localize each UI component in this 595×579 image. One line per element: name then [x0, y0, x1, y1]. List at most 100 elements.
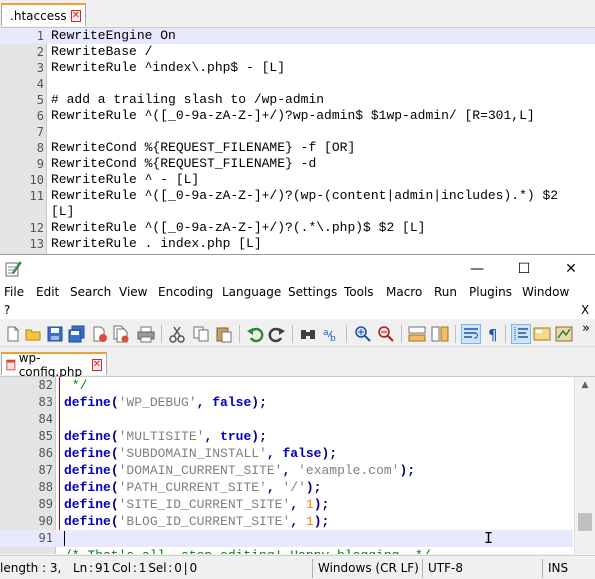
code-token: 1 — [305, 514, 314, 529]
document-map-icon[interactable] — [555, 325, 573, 343]
code-token: ( — [110, 514, 119, 529]
sync-horizontal-icon[interactable] — [431, 325, 449, 343]
menu-language[interactable]: Language — [222, 285, 281, 299]
code-line[interactable]: 90 define('BLOG_ID_CURRENT_SITE', 1); — [0, 513, 573, 530]
menu-macro[interactable]: Macro — [386, 285, 422, 299]
line-number: 3 — [36, 61, 44, 75]
code-line[interactable]: 3 RewriteRule ^index\.php$ - [L] — [0, 60, 595, 76]
menu-encoding[interactable]: Encoding — [158, 285, 213, 299]
paste-icon[interactable] — [215, 325, 233, 343]
vertical-scrollbar[interactable]: ▲ — [574, 377, 595, 554]
undo-icon[interactable] — [246, 325, 264, 343]
code-token: define — [64, 446, 111, 461]
code-line[interactable]: 12 RewriteRule ^([_0-9a-zA-Z-]+/)?(.*\.ph… — [0, 220, 595, 236]
open-file-icon[interactable] — [24, 325, 42, 343]
indent-guide-icon[interactable] — [511, 324, 531, 344]
scroll-up-arrow-icon[interactable]: ▲ — [575, 377, 595, 394]
close-icon[interactable] — [90, 325, 108, 343]
close-all-icon[interactable] — [112, 325, 130, 343]
code-token: , — [290, 497, 306, 512]
redo-icon[interactable] — [268, 325, 286, 343]
htaccess-editor[interactable]: 1 RewriteEngine On 2 RewriteBase / 3 RewriteR… — [0, 28, 595, 258]
code-line[interactable]: 13 RewriteRule . index.php [L] — [0, 236, 595, 252]
code-line[interactable]: 2 RewriteBase / — [0, 44, 595, 60]
line-number: 11 — [29, 189, 44, 203]
code-line[interactable]: 10 RewriteRule ^ - [L] — [0, 172, 595, 188]
toolbar-overflow-icon[interactable]: » — [582, 321, 590, 336]
wp-config-editor[interactable]: 82 */83 define('WP_DEBUG', false); 84 85 def… — [0, 377, 595, 554]
title-bar[interactable]: — ☐ ✕ — [0, 255, 595, 283]
line-text: RewriteRule . index.php [L] — [51, 236, 262, 251]
close-document-button[interactable]: X — [581, 303, 589, 317]
menu-search[interactable]: Search — [70, 285, 111, 299]
line-text: define('DOMAIN_CURRENT_SITE', 'example.c… — [64, 462, 415, 479]
cut-icon[interactable] — [168, 325, 186, 343]
save-icon[interactable] — [46, 325, 64, 343]
code-line[interactable]: 82 */ — [0, 377, 573, 394]
copy-icon[interactable] — [192, 325, 210, 343]
line-text: define('MULTISITE', true); — [64, 428, 267, 445]
code-line[interactable]: 87 define('DOMAIN_CURRENT_SITE', 'example… — [0, 462, 573, 479]
code-line[interactable]: [L] — [0, 204, 595, 220]
tab-htaccess[interactable]: .htaccess ✕ — [1, 3, 86, 26]
menu-edit[interactable]: Edit — [36, 285, 59, 299]
code-line[interactable]: 1 RewriteEngine On — [0, 28, 595, 44]
code-line[interactable]: 86 define('SUBDOMAIN_INSTALL', false); — [0, 445, 573, 462]
maximize-icon[interactable]: ☐ — [513, 260, 535, 278]
menu-plugins[interactable]: Plugins — [469, 285, 512, 299]
line-number: 89 — [38, 497, 53, 511]
minimize-icon[interactable]: — — [466, 260, 488, 278]
menu-help[interactable]: ? — [4, 303, 10, 317]
word-wrap-icon[interactable] — [461, 324, 481, 344]
new-file-icon[interactable] — [4, 325, 22, 343]
code-token: , — [290, 514, 306, 529]
sync-vertical-icon[interactable] — [408, 325, 426, 343]
close-tab-icon[interactable]: ✕ — [91, 358, 102, 371]
menu-view[interactable]: View — [119, 285, 147, 299]
code-line[interactable]: 88 define('PATH_CURRENT_SITE', '/'); — [0, 479, 573, 496]
zoom-in-icon[interactable] — [354, 325, 372, 343]
code-line[interactable]: /* That's all, stop editing! Happy blogg… — [0, 547, 573, 554]
code-line[interactable]: 7 — [0, 124, 595, 140]
tab-wp-config[interactable]: wp-config.php ✕ — [1, 351, 107, 379]
menu-run[interactable]: Run — [434, 285, 457, 299]
code-line[interactable]: 5 # add a trailing slash to /wp-admin — [0, 92, 595, 108]
find-icon[interactable] — [299, 325, 317, 343]
menu-window[interactable]: Window — [522, 285, 569, 299]
line-text: RewriteCond %{REQUEST_FILENAME} -d — [51, 156, 317, 171]
code-line[interactable]: 9 RewriteCond %{REQUEST_FILENAME} -d — [0, 156, 595, 172]
file-icon — [6, 14, 8, 17]
status-separator — [422, 559, 423, 578]
bottom-tab-bar: wp-config.php ✕ — [0, 349, 595, 379]
code-line[interactable]: 84 — [0, 411, 573, 428]
close-window-icon[interactable]: ✕ — [560, 260, 582, 278]
line-text: define('SITE_ID_CURRENT_SITE', 1); — [64, 496, 329, 513]
code-token: 'MULTISITE' — [118, 429, 205, 444]
code-token: ); — [251, 395, 267, 410]
code-token: 'SITE_ID_CURRENT_SITE' — [118, 497, 291, 512]
code-line[interactable]: 8 RewriteCond %{REQUEST_FILENAME} -f [OR] — [0, 140, 595, 156]
status-length: length : 3, — [0, 561, 62, 575]
menu-file[interactable]: File — [4, 285, 24, 299]
code-line[interactable]: 4 — [0, 76, 595, 92]
save-all-icon[interactable] — [68, 325, 86, 343]
print-icon[interactable] — [137, 325, 155, 343]
code-line[interactable]: 85 define('MULTISITE', true); — [0, 428, 573, 445]
show-all-chars-icon[interactable]: ¶ — [485, 325, 503, 343]
scroll-thumb[interactable] — [578, 513, 592, 531]
close-tab-icon[interactable]: ✕ — [70, 9, 81, 22]
zoom-out-icon[interactable] — [377, 325, 395, 343]
code-line[interactable]: 83 define('WP_DEBUG', false); — [0, 394, 573, 411]
user-defined-language-icon[interactable] — [533, 325, 551, 343]
code-token: ( — [110, 446, 119, 461]
code-line[interactable]: 6 RewriteRule ^([_0-9a-zA-Z-]+/)?wp-admin… — [0, 108, 595, 124]
code-token: , — [266, 480, 283, 495]
menu-settings[interactable]: Settings — [288, 285, 337, 299]
toolbar: ab ¶ » — [0, 321, 595, 347]
menu-tools[interactable]: Tools — [344, 285, 374, 299]
line-number: 90 — [38, 514, 53, 528]
replace-icon[interactable]: ab — [322, 325, 340, 343]
code-line[interactable]: 89 define('SITE_ID_CURRENT_SITE', 1); — [0, 496, 573, 513]
line-number: 82 — [38, 378, 53, 392]
code-line[interactable]: 11 RewriteRule ^([_0-9a-zA-Z-]+/)?(wp-(co… — [0, 188, 595, 204]
